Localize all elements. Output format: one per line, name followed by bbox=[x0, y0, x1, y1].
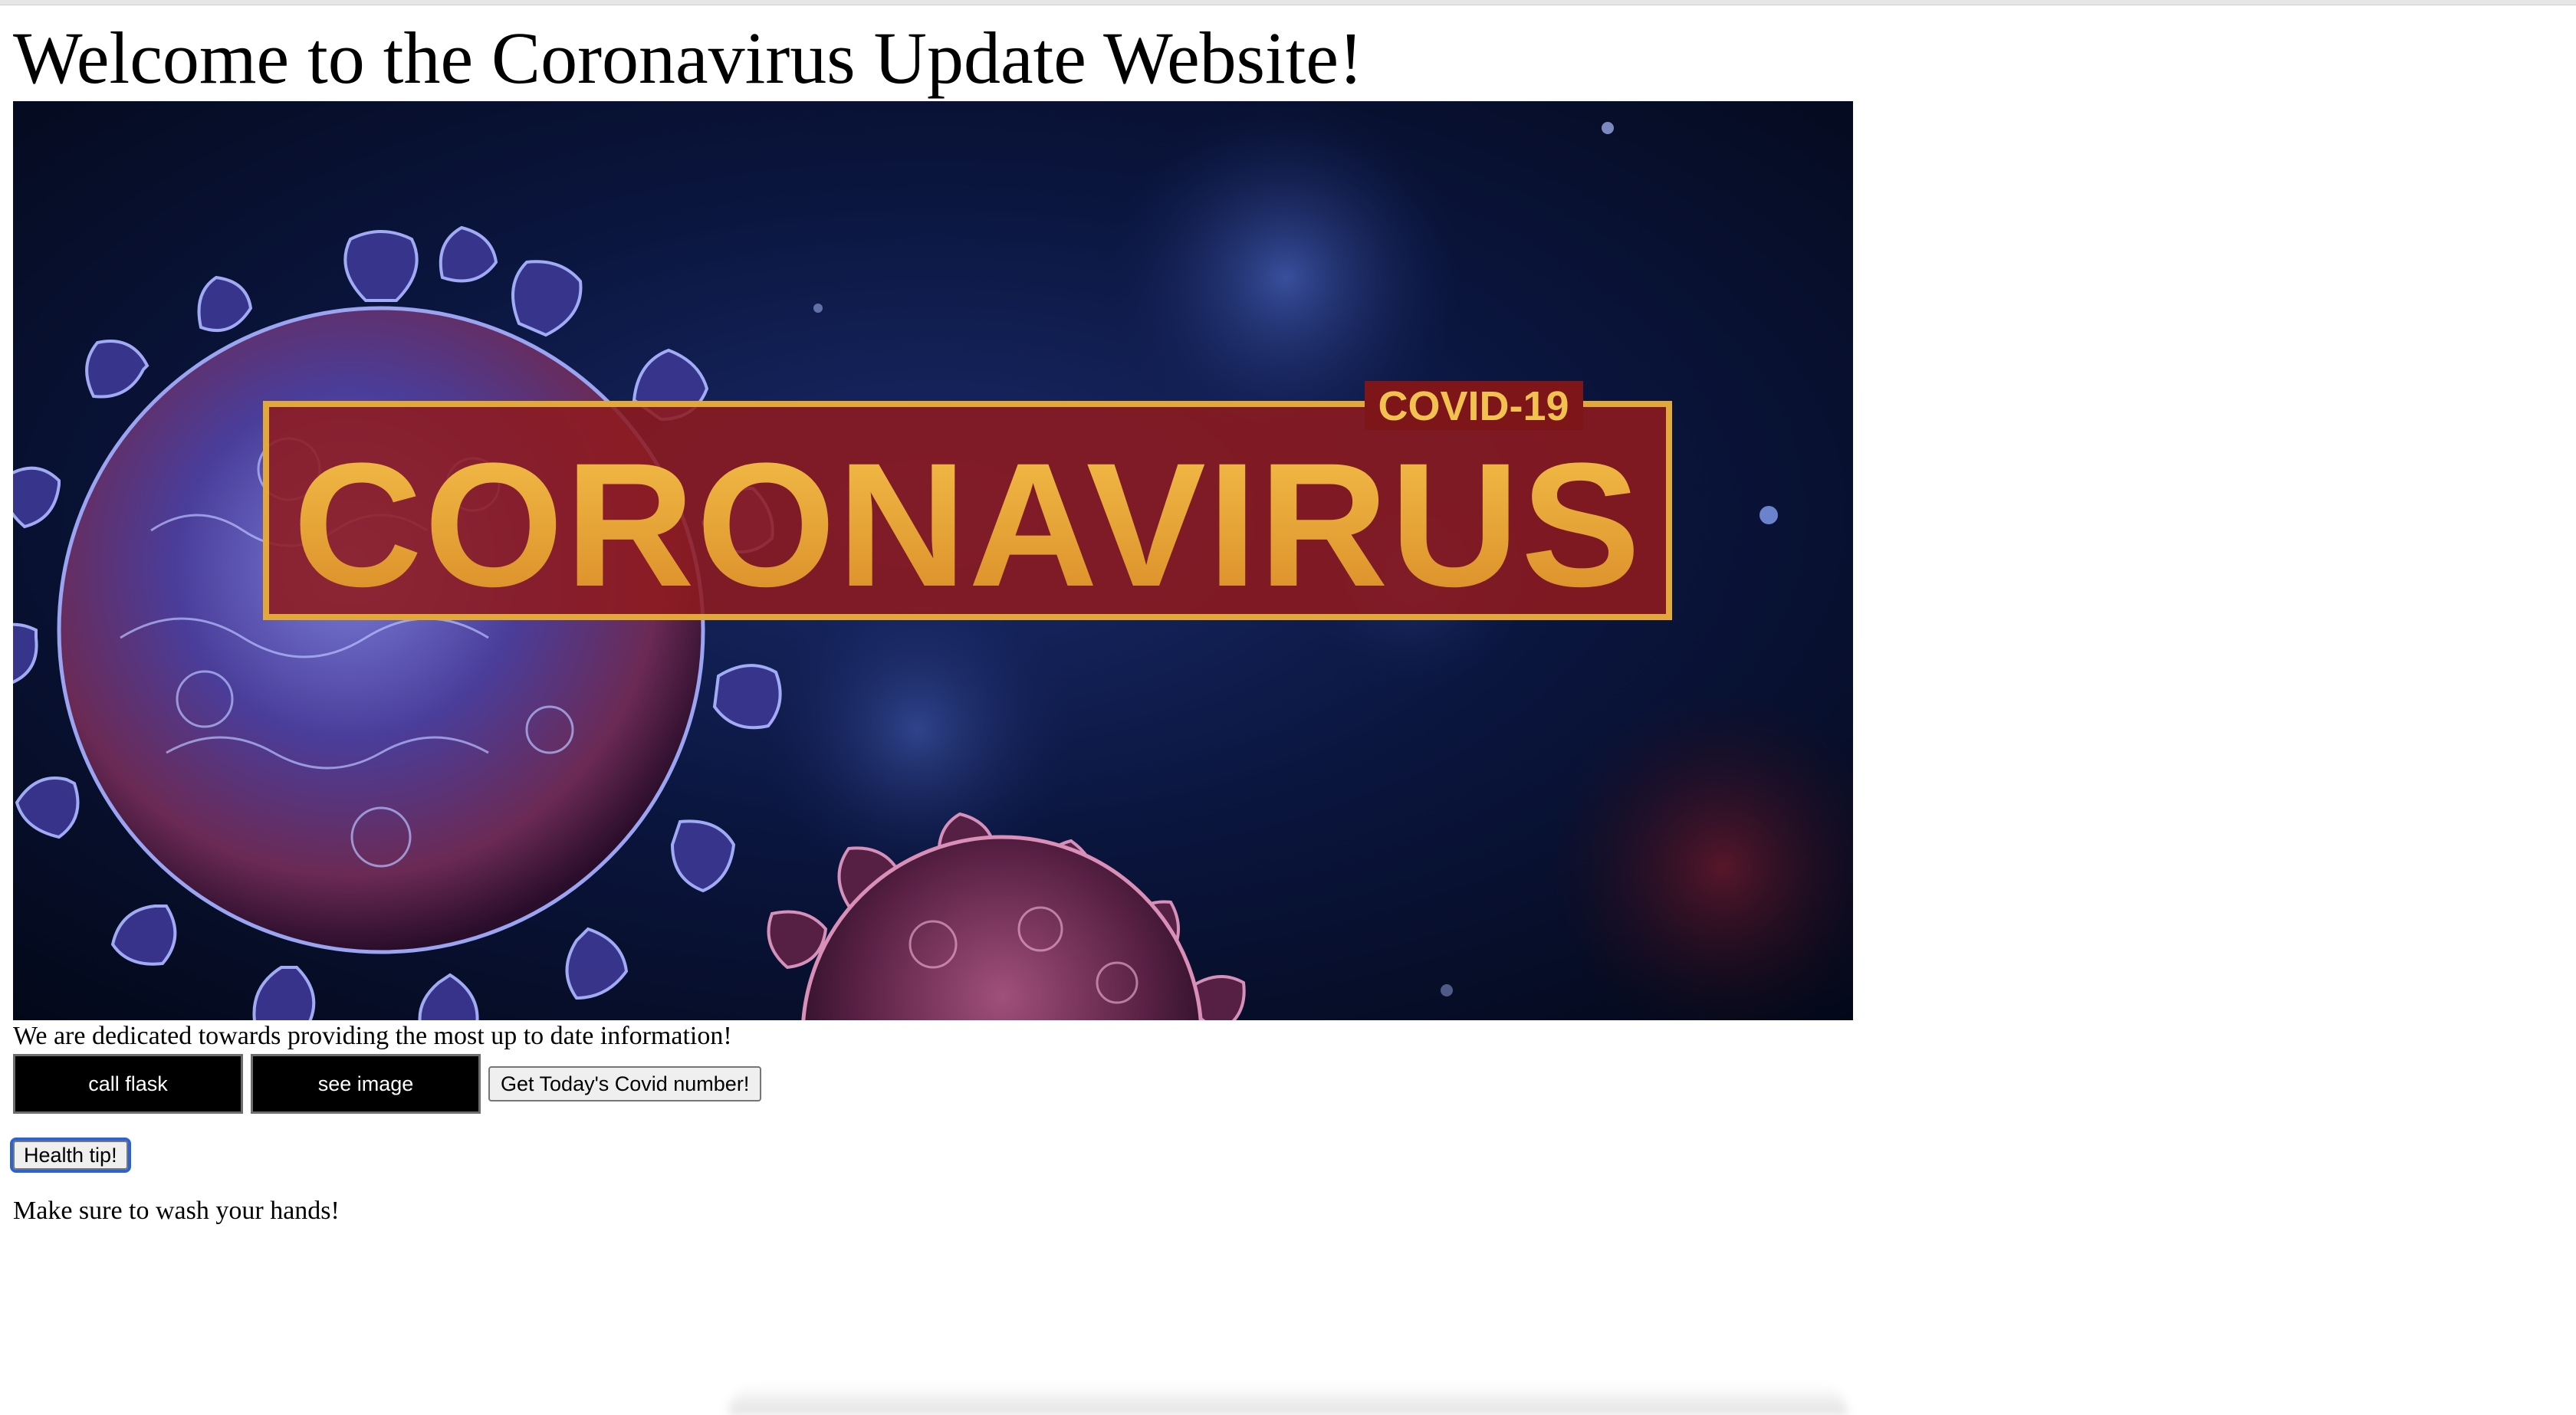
coronavirus-banner: COVID-19 CORONAVIRUS bbox=[263, 381, 1672, 623]
page-title: Welcome to the Coronavirus Update Websit… bbox=[13, 17, 1363, 99]
tagline-text: We are dedicated towards providing the m… bbox=[13, 1022, 732, 1050]
see-image-button[interactable]: see image bbox=[251, 1054, 481, 1114]
page-content: Welcome to the Coronavirus Update Websit… bbox=[10, 15, 2558, 1227]
covid-number-button[interactable]: Get Today's Covid number! bbox=[488, 1066, 762, 1101]
health-tip-text: Make sure to wash your hands! bbox=[13, 1197, 340, 1225]
hero-image: COVID-19 CORONAVIRUS bbox=[13, 101, 1853, 1020]
call-flask-button[interactable]: call flask bbox=[13, 1054, 243, 1114]
health-tip-row: Health tip! bbox=[10, 1138, 2558, 1173]
health-tip-button[interactable]: Health tip! bbox=[10, 1138, 131, 1173]
browser-top-rule bbox=[0, 0, 2576, 5]
action-button-row: call flask see image Get Today's Covid n… bbox=[13, 1052, 2558, 1115]
bottom-edge-shadow bbox=[728, 1384, 1848, 1415]
banner-tag-text: COVID-19 bbox=[1378, 383, 1569, 429]
banner-main-text: CORONAVIRUS bbox=[293, 426, 1642, 623]
